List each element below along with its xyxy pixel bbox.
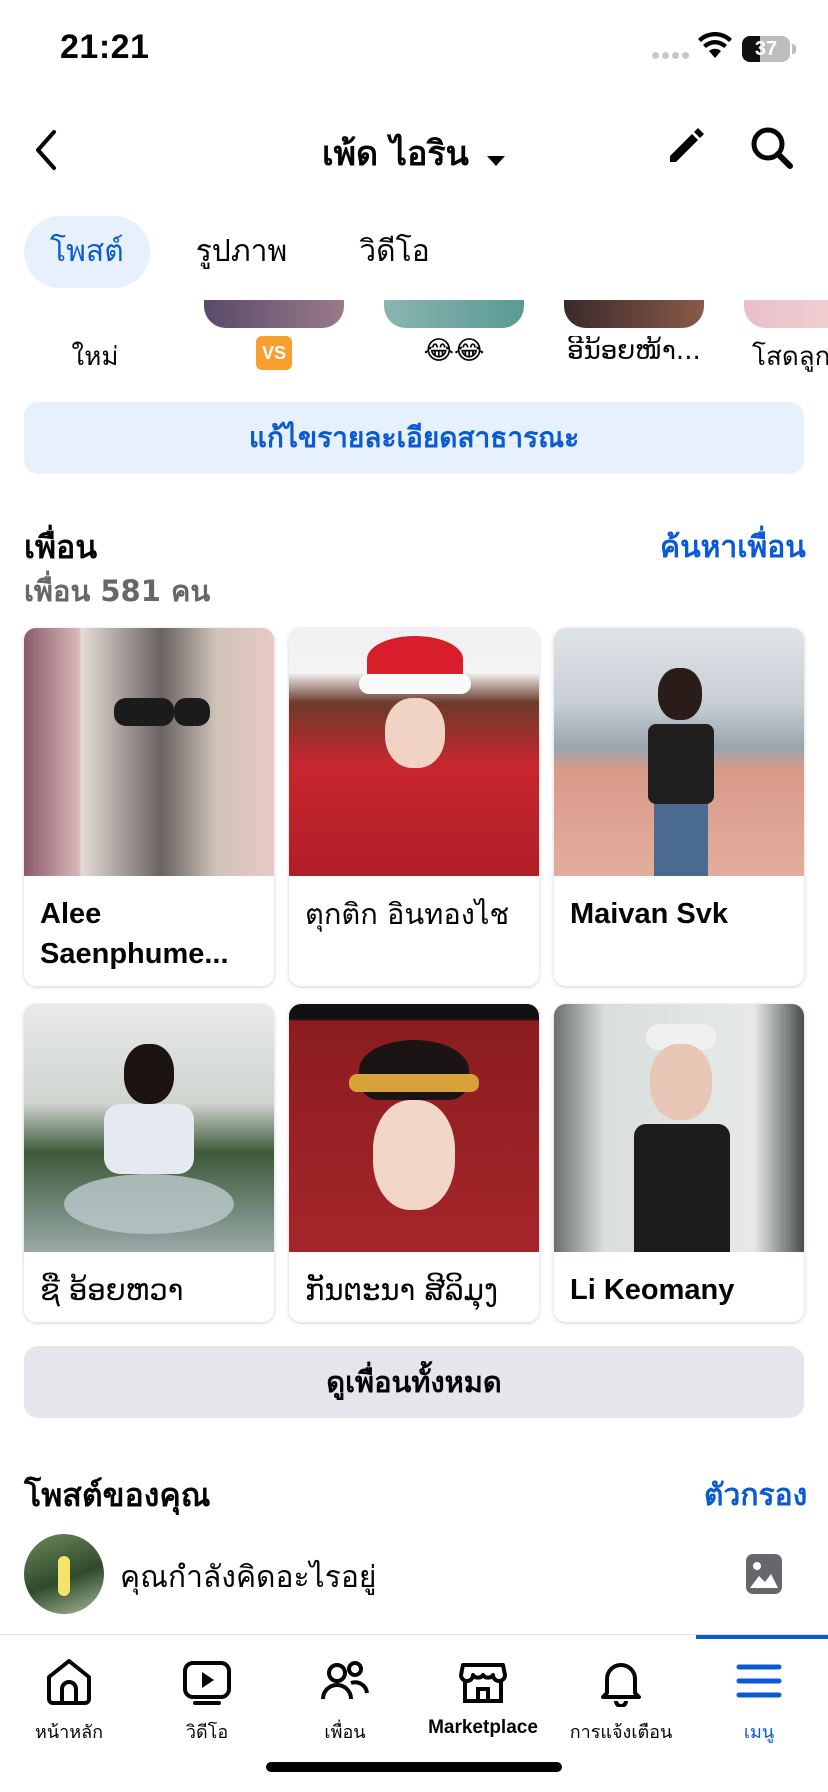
story-thumb[interactable] xyxy=(204,300,344,328)
friends-section-title: เพื่อน xyxy=(24,528,98,566)
story-item[interactable]: 😂😂 xyxy=(384,336,524,366)
home-icon xyxy=(47,1659,91,1705)
story-thumb[interactable] xyxy=(744,300,828,328)
friend-name: Maivan Svk xyxy=(570,898,728,930)
tab-posts[interactable]: โพสต์ xyxy=(24,216,150,288)
profile-name: เพ้ด ไอริน xyxy=(321,134,469,174)
friend-card[interactable]: ຊື ອ້ອຍຫວາ xyxy=(24,1004,274,1322)
tab-photos[interactable]: รูปภาพ xyxy=(170,216,314,288)
cellular-signal-icon xyxy=(652,52,690,62)
friend-card[interactable]: Maivan Svk xyxy=(554,628,804,986)
friend-photo xyxy=(289,628,539,876)
nav-label: เมนู xyxy=(743,1722,775,1743)
friend-card[interactable]: ตุกติก อินทองไช xyxy=(289,628,539,986)
nav-marketplace[interactable]: Marketplace xyxy=(414,1655,552,1739)
friend-name: Li Keomany xyxy=(570,1274,735,1306)
story-item[interactable]: ອີນ້ອຍໜ້າ... xyxy=(564,336,704,366)
friend-name: Alee Saenphume... xyxy=(40,898,229,970)
nav-label: วิดีโอ xyxy=(185,1722,229,1743)
menu-icon xyxy=(736,1664,782,1698)
friend-name: ກັນຕະນາ ສີລິມຸງຄູນ xyxy=(305,1273,499,1322)
friend-name: ตุกติก อินทองไช xyxy=(305,897,510,931)
friend-photo xyxy=(554,628,804,876)
friend-photo xyxy=(24,1004,274,1252)
edit-public-details-button[interactable]: แก้ไขรายละเอียดสาธารณะ xyxy=(24,402,804,474)
see-all-friends-button[interactable]: ดูเพื่อนทั้งหมด xyxy=(24,1346,804,1418)
nav-menu[interactable]: เมนู xyxy=(690,1655,828,1746)
story-item[interactable]: VS xyxy=(204,336,344,370)
avatar[interactable] xyxy=(24,1534,104,1614)
caret-down-icon xyxy=(487,155,506,166)
search-icon[interactable] xyxy=(748,124,796,172)
nav-friends[interactable]: เพื่อน xyxy=(276,1655,414,1746)
story-new-label[interactable]: ใหม่ xyxy=(40,336,150,377)
friend-card[interactable]: Alee Saenphume... xyxy=(24,628,274,986)
friend-photo xyxy=(554,1004,804,1252)
nav-label: การแจ้งเตือน xyxy=(569,1722,673,1743)
bell-icon xyxy=(601,1663,641,1708)
story-item[interactable]: โสดลูกวี xyxy=(752,336,828,377)
tab-videos[interactable]: วิดีโอ xyxy=(333,216,455,288)
profile-header: เพ้ด ไอริน xyxy=(0,100,828,200)
nav-notifications[interactable]: การแจ้งเตือน xyxy=(552,1655,690,1746)
nav-home[interactable]: หน้าหลัก xyxy=(0,1655,138,1746)
edit-pencil-icon[interactable] xyxy=(664,124,708,168)
battery-icon: 37 xyxy=(742,36,790,62)
nav-label: Marketplace xyxy=(428,1717,538,1738)
photo-icon[interactable] xyxy=(744,1552,784,1596)
status-time: 21:21 xyxy=(60,28,150,66)
active-tab-indicator xyxy=(696,1635,828,1639)
marketplace-icon xyxy=(459,1663,507,1703)
filter-link[interactable]: ตัวกรอง xyxy=(704,1472,807,1519)
friends-count: เพื่อน 581 คน xyxy=(24,574,211,608)
nav-video[interactable]: วิดีโอ xyxy=(138,1655,276,1746)
profile-tabs: โพสต์ รูปภาพ วิดีโอ xyxy=(24,216,456,288)
composer-input[interactable]: คุณกำลังคิดอะไรอยู่ xyxy=(120,1554,376,1601)
home-indicator xyxy=(266,1762,562,1772)
friends-icon xyxy=(321,1661,369,1700)
battery-level: 37 xyxy=(754,38,778,60)
story-thumb[interactable] xyxy=(384,300,524,328)
find-friends-link[interactable]: ค้นหาเพื่อน xyxy=(660,524,806,571)
friend-card[interactable]: ກັນຕະນາ ສີລິມຸງຄູນ xyxy=(289,1004,539,1322)
vs-badge: VS xyxy=(256,336,292,370)
nav-label: หน้าหลัก xyxy=(34,1722,104,1743)
friend-photo xyxy=(289,1004,539,1252)
featured-stories: ใหม่ VS 😂😂 ອີນ້ອຍໜ້າ... โสดลูกวี xyxy=(0,300,828,380)
nav-label: เพื่อน xyxy=(324,1722,366,1743)
story-thumb[interactable] xyxy=(564,300,704,328)
friend-card[interactable]: Li Keomany xyxy=(554,1004,804,1322)
friend-name: ຊື ອ້ອຍຫວາ xyxy=(40,1273,184,1307)
video-icon xyxy=(183,1661,231,1705)
wifi-icon xyxy=(698,32,732,58)
status-bar: 21:21 37 xyxy=(0,0,828,100)
friend-photo xyxy=(24,628,274,876)
your-posts-title: โพสต์ของคุณ xyxy=(24,1476,211,1514)
